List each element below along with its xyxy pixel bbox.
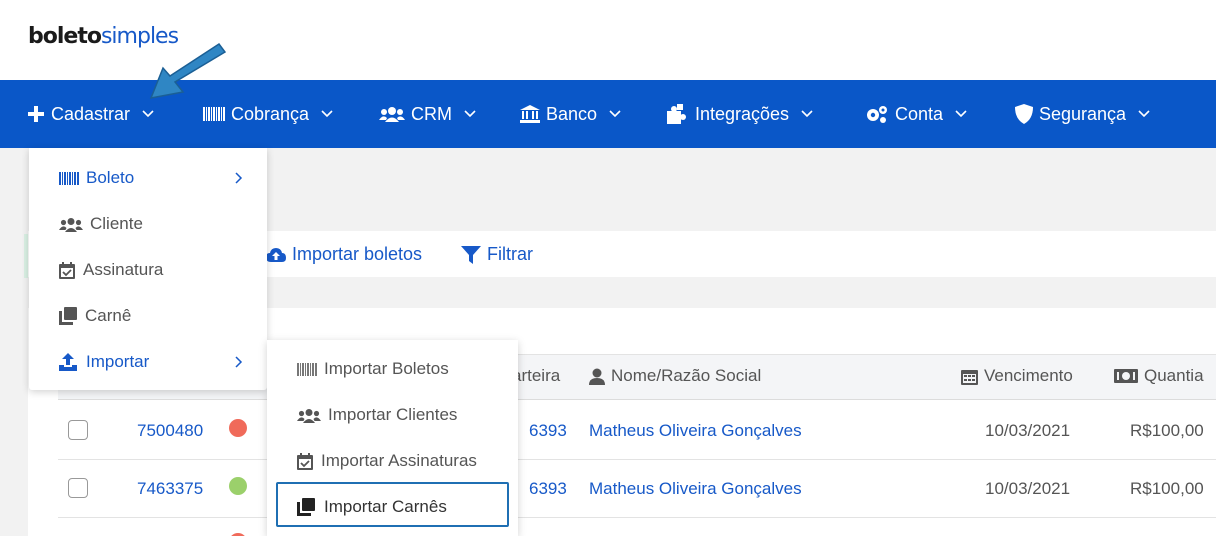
import-boletos-label: Importar boletos (292, 244, 423, 264)
calendar-icon (961, 369, 978, 385)
row-checkbox[interactable] (68, 478, 88, 498)
nav-banco[interactable]: Banco (520, 80, 621, 148)
filter-icon (461, 245, 481, 264)
chevron-down-icon (142, 110, 154, 118)
submenu-item-label: Importar Boletos (324, 359, 449, 378)
row-vencimento: 10/03/2021 (985, 479, 1071, 498)
nav-crm[interactable]: CRM (379, 80, 476, 148)
column-header-vencimento[interactable]: Vencimento (961, 366, 1073, 386)
submenu-item-importar-clientes[interactable]: Importar Clientes (267, 392, 518, 438)
filter-button[interactable]: Filtrar (461, 244, 533, 265)
row-carteira-link[interactable]: 6393 (529, 421, 567, 441)
puzzle-icon (667, 104, 689, 124)
pointer-arrow-icon (149, 42, 227, 99)
chevron-down-icon (1138, 110, 1150, 118)
cadastrar-menu: Boleto Cliente Assinatura Carnê Importar (29, 148, 267, 390)
filter-label: Filtrar (487, 244, 533, 264)
menu-item-label: Assinatura (83, 260, 164, 279)
menu-item-cliente[interactable]: Cliente (29, 201, 267, 247)
chevron-down-icon (609, 110, 621, 118)
row-nome-link[interactable]: Matheus Oliveira Gonçalves (589, 421, 802, 441)
users-icon (379, 106, 405, 122)
menu-item-label: Importar (86, 352, 150, 371)
row-divider (58, 459, 1216, 460)
nav-label: Banco (546, 103, 598, 124)
users-icon (297, 408, 321, 423)
money-icon (1114, 369, 1138, 383)
nav-seguranca[interactable]: Segurança (1015, 80, 1150, 148)
row-divider (58, 517, 1216, 518)
nav-label: CRM (411, 103, 452, 124)
gears-icon (865, 104, 889, 124)
barcode-icon (59, 171, 79, 185)
shield-icon (1015, 104, 1033, 124)
nav-label: Segurança (1039, 103, 1127, 124)
nav-label: Conta (895, 103, 944, 124)
users-icon (59, 217, 83, 232)
menu-item-boleto[interactable]: Boleto (29, 155, 267, 201)
nav-label: Integrações (695, 103, 790, 124)
menu-item-carne[interactable]: Carnê (29, 293, 267, 339)
status-indicator (229, 419, 247, 437)
nav-integracoes[interactable]: Integrações (667, 80, 813, 148)
column-header-nome[interactable]: Nome/Razão Social (589, 366, 761, 386)
row-quantia: R$100,00 (1130, 479, 1204, 498)
chevron-right-icon (235, 356, 243, 368)
cloud-upload-icon (266, 247, 286, 262)
nav-label: Cadastrar (51, 103, 131, 124)
barcode-icon (297, 362, 317, 376)
menu-item-label: Boleto (86, 168, 135, 187)
menu-item-importar[interactable]: Importar (29, 339, 267, 385)
nav-label: Cobrança (231, 103, 310, 124)
row-id-link[interactable]: 7463375 (137, 479, 203, 499)
submenu-item-label: Importar Clientes (328, 405, 458, 424)
submenu-item-label: Importar Assinaturas (321, 451, 477, 470)
row-id-link[interactable]: 7500480 (137, 421, 203, 441)
plus-icon (27, 105, 45, 123)
copy-icon (59, 307, 77, 325)
calendar-check-icon (297, 452, 313, 470)
row-nome-link[interactable]: Matheus Oliveira Gonçalves (589, 479, 802, 499)
column-header-carteira[interactable]: arteira (512, 366, 560, 386)
calendar-check-icon (59, 261, 75, 279)
row-carteira-link[interactable]: 6393 (529, 479, 567, 499)
chevron-down-icon (801, 110, 813, 118)
import-boletos-button[interactable]: Importar boletos (266, 244, 422, 265)
column-header-label: Quantia (1144, 366, 1204, 385)
column-header-label: Vencimento (984, 366, 1073, 385)
barcode-icon (203, 107, 225, 121)
menu-item-label: Cliente (90, 214, 143, 233)
submenu-item-importar-assinaturas[interactable]: Importar Assinaturas (267, 438, 518, 484)
chevron-down-icon (955, 110, 967, 118)
row-checkbox[interactable] (68, 420, 88, 440)
nav-conta[interactable]: Conta (865, 80, 967, 148)
row-quantia: R$100,00 (1130, 421, 1204, 440)
highlight-frame (276, 482, 509, 527)
user-icon (589, 368, 605, 385)
menu-item-label: Carnê (85, 306, 132, 325)
chevron-right-icon (235, 172, 243, 184)
nav-cadastrar[interactable]: Cadastrar (27, 80, 154, 148)
status-indicator (229, 477, 247, 495)
upload-icon (59, 353, 77, 371)
logo-part-1: boleto (28, 24, 102, 49)
submenu-item-importar-boletos[interactable]: Importar Boletos (267, 346, 518, 392)
menu-item-assinatura[interactable]: Assinatura (29, 247, 267, 293)
bank-icon (520, 105, 540, 123)
chevron-down-icon (464, 110, 476, 118)
column-header-quantia[interactable]: Quantia (1114, 366, 1204, 386)
chevron-down-icon (321, 110, 333, 118)
row-vencimento: 10/03/2021 (985, 421, 1071, 440)
column-header-label: Nome/Razão Social (611, 366, 762, 385)
column-header-label: arteira (512, 366, 561, 385)
